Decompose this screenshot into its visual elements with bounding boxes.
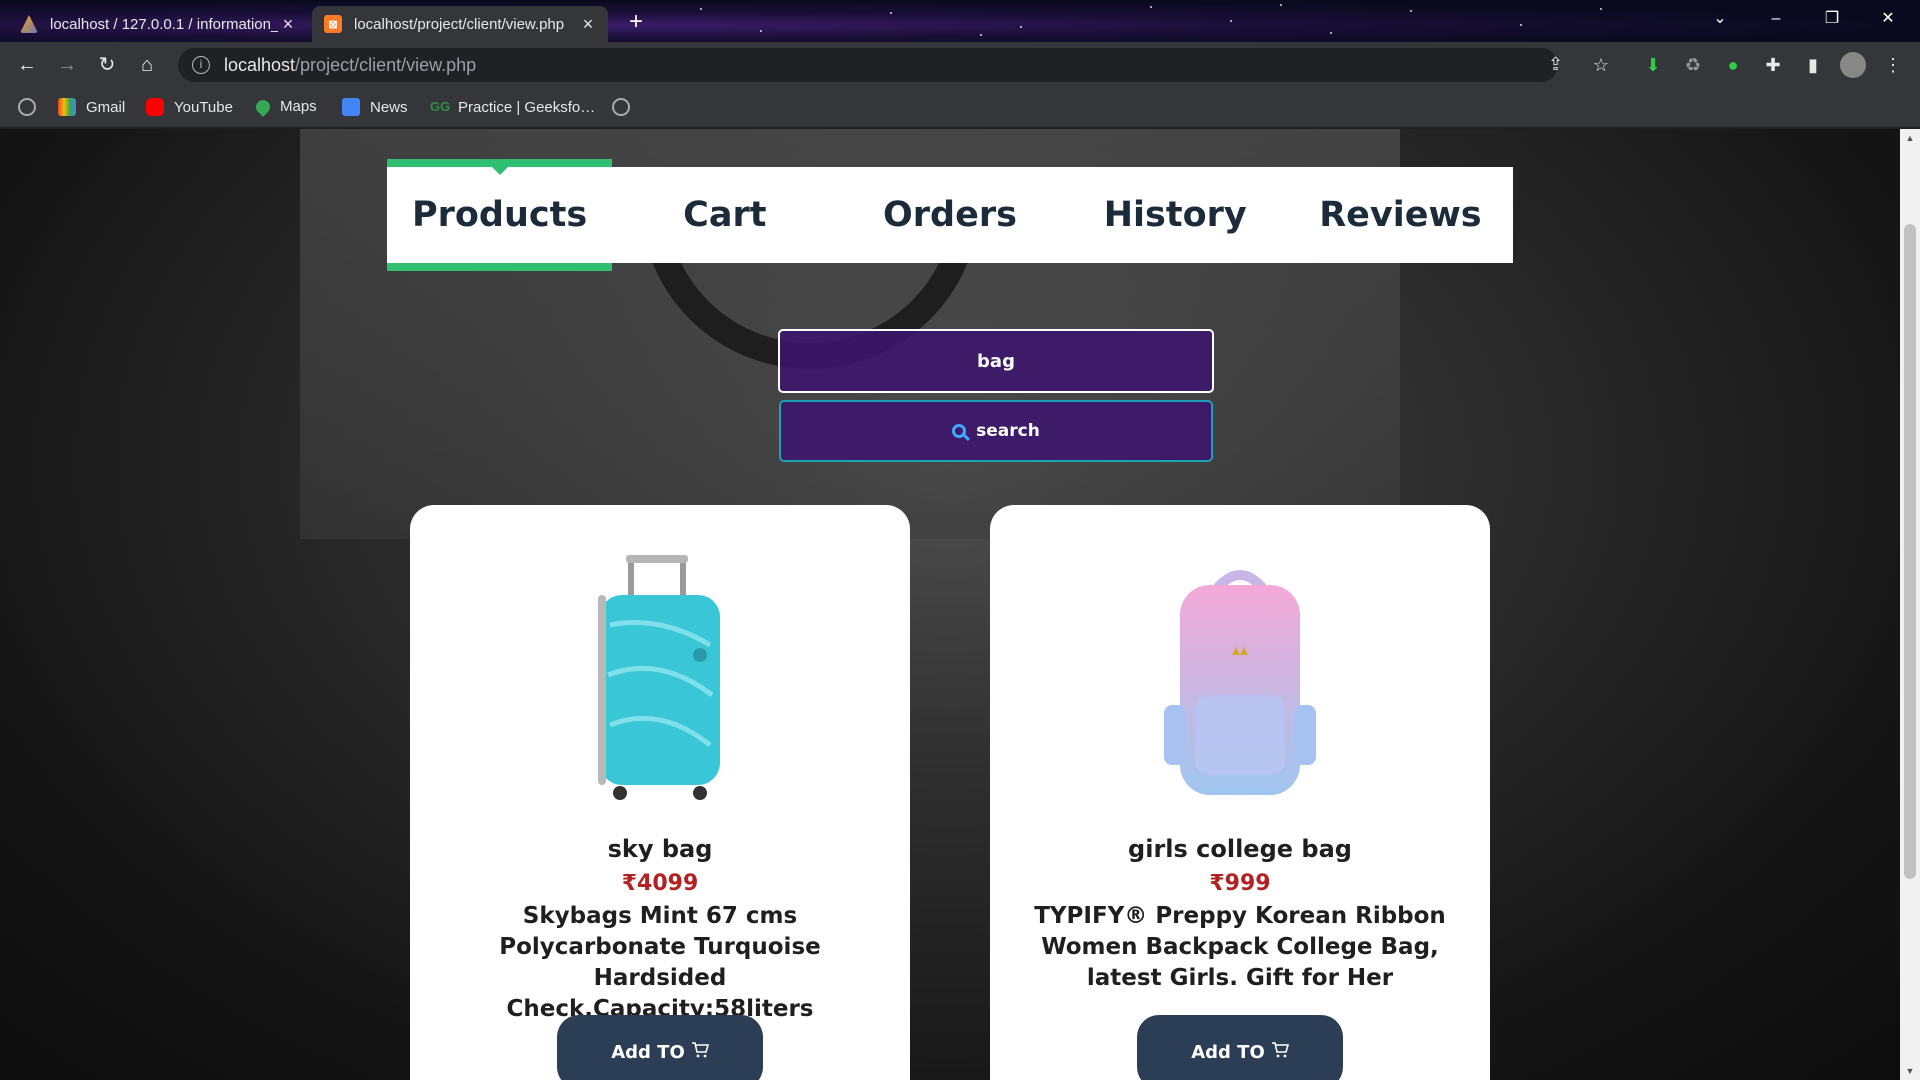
page-content: Products Cart Orders History Reviews sea… <box>0 129 1900 1080</box>
tab-search-icon[interactable]: ⌄ <box>1692 0 1748 38</box>
phpmyadmin-icon <box>20 15 38 33</box>
close-window-icon[interactable]: ✕ <box>1860 0 1916 38</box>
bookmark-maps[interactable]: Maps <box>253 96 317 117</box>
bookmark-youtube[interactable]: YouTube <box>146 98 233 116</box>
bookmark-news[interactable]: News <box>342 98 408 116</box>
search-icon <box>952 424 967 438</box>
bookmark-label: News <box>370 98 408 116</box>
bookmark-globe[interactable] <box>18 98 46 116</box>
maps-icon <box>253 96 273 117</box>
tab-title: localhost/project/client/view.php <box>354 15 565 33</box>
bookmark-label: Maps <box>280 98 317 115</box>
url-path: /project/client/view.php <box>295 54 477 75</box>
bookmark-label: YouTube <box>174 98 233 116</box>
share-icon[interactable]: ⇪ <box>1548 54 1563 75</box>
globe-icon <box>18 98 36 116</box>
product-image <box>410 555 910 805</box>
search-button[interactable]: search <box>779 400 1213 462</box>
bookmark-star-icon[interactable]: ☆ <box>1588 52 1614 78</box>
bookmark-label: Practice | GeeksforGeeks <box>458 98 598 116</box>
bookmark-geeksforgeeks[interactable]: GG Practice | GeeksforGeeks <box>430 98 598 116</box>
nav-orders[interactable]: Orders <box>837 167 1062 263</box>
bookmark-label: Gmail <box>86 98 126 116</box>
main-nav: Products Cart Orders History Reviews <box>387 159 1513 271</box>
puzzle-icon[interactable]: ✚ <box>1760 52 1786 78</box>
home-icon[interactable]: ⌂ <box>132 50 162 80</box>
tab-title: localhost / 127.0.0.1 / information_ <box>50 15 278 33</box>
browser-tab-phpmyadmin[interactable]: localhost / 127.0.0.1 / information_ × <box>8 6 308 42</box>
product-price: ₹999 <box>1209 871 1271 896</box>
product-card: sky bag ₹4099 Skybags Mint 67 cms Polyca… <box>410 505 910 1080</box>
extension-icon[interactable]: ● <box>1720 52 1746 78</box>
scrollbar-thumb[interactable] <box>1904 224 1916 879</box>
forward-icon[interactable]: → <box>52 50 82 80</box>
address-bar[interactable]: i localhost/project/client/view.php ⇪ <box>178 48 1563 82</box>
xampp-icon: ⊠ <box>324 15 342 33</box>
scroll-down-icon[interactable]: ▼ <box>1900 1066 1920 1076</box>
menu-icon[interactable]: ⋮ <box>1880 52 1906 78</box>
add-to-cart-button[interactable]: Add TO <box>1137 1015 1343 1080</box>
minimize-icon[interactable]: – <box>1748 0 1804 38</box>
restore-icon[interactable]: ❐ <box>1804 0 1860 38</box>
backpack-image <box>1164 570 1316 795</box>
globe-icon <box>612 98 630 116</box>
close-icon[interactable]: × <box>278 14 298 35</box>
cart-icon <box>691 1041 709 1063</box>
reload-icon[interactable]: ↻ <box>92 50 122 80</box>
bookmark-gmail[interactable]: Gmail <box>58 98 125 116</box>
browser-tab-view[interactable]: ⊠ localhost/project/client/view.php × <box>312 6 608 42</box>
product-description: TYPIFY® Preppy Korean Ribbon Women Backp… <box>1034 903 1446 991</box>
nav-products[interactable]: Products <box>387 159 613 271</box>
product-card: girls college bag ₹999 TYPIFY® Preppy Ko… <box>990 505 1490 1080</box>
add-to-cart-label: Add TO <box>611 1041 685 1063</box>
add-to-cart-button[interactable]: Add TO <box>557 1015 763 1080</box>
nav-history[interactable]: History <box>1063 167 1288 263</box>
add-to-cart-label: Add TO <box>1191 1041 1265 1063</box>
product-image <box>990 555 1490 805</box>
recycle-extension-icon[interactable]: ♻ <box>1680 52 1706 78</box>
close-icon[interactable]: × <box>578 14 598 35</box>
scroll-up-icon[interactable]: ▲ <box>1900 133 1920 143</box>
nav-cart[interactable]: Cart <box>612 167 837 263</box>
new-tab-button[interactable]: + <box>620 8 652 36</box>
site-info-icon[interactable]: i <box>192 56 210 74</box>
product-name: girls college bag <box>1128 835 1352 863</box>
download-icon[interactable]: ⬇ <box>1640 52 1666 78</box>
search-button-label: search <box>976 421 1040 441</box>
product-description: Skybags Mint 67 cms Polycarbonate Turquo… <box>499 903 821 1022</box>
news-icon <box>342 98 360 116</box>
browser-titlebar: localhost / 127.0.0.1 / information_ × ⊠… <box>0 0 1920 42</box>
suitcase-image <box>598 555 720 800</box>
cart-icon <box>1271 1041 1289 1063</box>
product-name: sky bag <box>607 835 713 863</box>
profile-avatar[interactable] <box>1840 52 1866 78</box>
url-host: localhost <box>224 54 296 75</box>
page-scrollbar[interactable]: ▲ ▼ <box>1900 129 1920 1080</box>
search-input[interactable] <box>778 329 1214 393</box>
nav-reviews[interactable]: Reviews <box>1288 167 1513 263</box>
youtube-icon <box>146 98 164 116</box>
gmail-icon <box>58 98 76 116</box>
geeksforgeeks-icon: GG <box>430 99 451 114</box>
back-icon[interactable]: ← <box>12 50 42 80</box>
bookmarks-bar: Gmail YouTube Maps News GG Practice | Gee… <box>0 88 1920 128</box>
sidepanel-icon[interactable]: ▮ <box>1800 52 1826 78</box>
bookmark-globe-2[interactable] <box>612 98 640 116</box>
browser-toolbar: ← → ↻ ⌂ i localhost/project/client/view.… <box>0 42 1920 88</box>
product-price: ₹4099 <box>621 871 699 896</box>
